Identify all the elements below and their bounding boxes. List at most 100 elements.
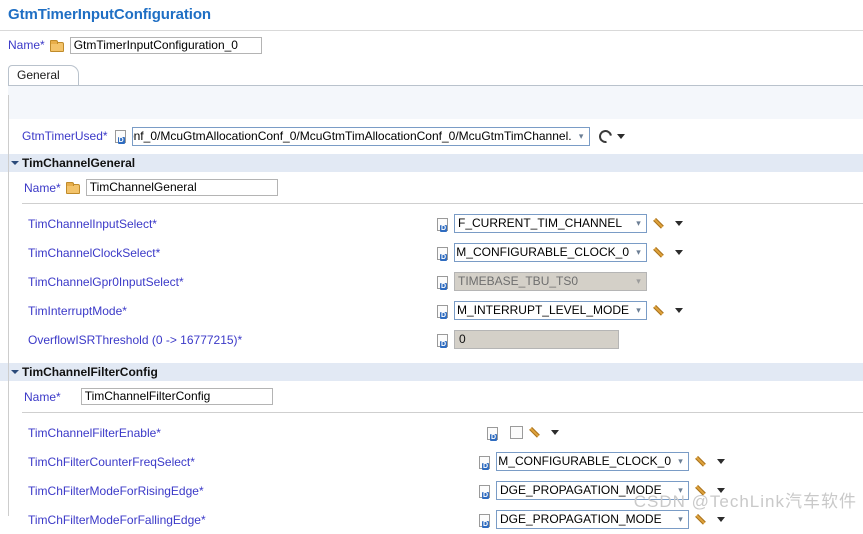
document-reference-icon [478, 484, 491, 499]
collapse-twisty-icon[interactable] [11, 161, 19, 165]
document-reference-icon [436, 333, 449, 348]
gtm-timer-used-label: GtmTimerUsed* [22, 129, 108, 143]
field-row-tim-channel-clock-select: TimChannelClockSelect* M_CONFIGURABLE_CL… [0, 238, 863, 267]
gtm-timer-used-row: GtmTimerUsed* /Mcu/Mcu/McuHardwareResour… [0, 119, 863, 153]
dropdown-caret-icon[interactable] [717, 488, 725, 493]
field-control: TIMEBASE_TBU_TS0 ▾ [430, 272, 647, 291]
section-name-input[interactable] [85, 179, 278, 196]
field-row-tim-ch-filter-mode-for-rising-edge: TimChFilterModeForRisingEdge* DGE_PROPAG… [0, 476, 863, 505]
collapse-twisty-icon[interactable] [11, 370, 19, 374]
edit-pencil-icon[interactable] [655, 304, 668, 317]
document-reference-icon [436, 304, 449, 319]
chevron-down-icon[interactable]: ▾ [631, 244, 646, 261]
field-label: TimInterruptMode* [28, 303, 127, 318]
chevron-down-icon[interactable]: ▾ [673, 511, 688, 528]
tim-channel-gpr0-input-select-value: TIMEBASE_TBU_TS0 [458, 274, 579, 288]
tim-interrupt-mode-value: M_INTERRUPT_LEVEL_MODE [456, 303, 629, 317]
edit-pencil-icon[interactable] [531, 426, 544, 439]
overflow-isr-threshold-input: 0 [454, 330, 619, 349]
tim-channel-input-select-value: F_CURRENT_TIM_CHANNEL [458, 216, 623, 230]
tim-ch-filter-mode-for-rising-edge-combo[interactable]: DGE_PROPAGATION_MODE ▾ [496, 481, 689, 500]
section-header-tim-channel-general[interactable]: TimChannelGeneral [0, 153, 863, 172]
name-row: Name* [0, 31, 863, 59]
field-control: F_CURRENT_TIM_CHANNEL ▾ [430, 214, 683, 233]
tim-channel-clock-select-value: M_CONFIGURABLE_CLOCK_0 [456, 245, 629, 259]
name-input[interactable] [69, 36, 262, 54]
name-label: Name* [8, 38, 45, 52]
edit-pencil-icon[interactable] [697, 513, 710, 526]
field-label: TimChannelFilterEnable* [28, 425, 161, 440]
document-reference-icon [436, 246, 449, 261]
general-panel: GtmTimerUsed* /Mcu/Mcu/McuHardwareResour… [0, 119, 863, 534]
section-title: TimChannelGeneral [22, 156, 136, 170]
section-name-label: Name* [24, 180, 61, 195]
field-row-tim-channel-filter-enable: TimChannelFilterEnable* [0, 418, 863, 447]
document-reference-icon [436, 217, 449, 232]
section-name-row: Name* [0, 381, 863, 412]
field-control: 0 [430, 330, 619, 349]
tim-channel-clock-select-combo[interactable]: M_CONFIGURABLE_CLOCK_0 ▾ [454, 243, 647, 262]
field-control: M_INTERRUPT_LEVEL_MODE ▾ [430, 301, 683, 320]
gtm-timer-used-value-wrap: /Mcu/Mcu/McuHardwareResourceAllocationCo… [133, 128, 574, 145]
value-wrap: TIMEBASE_TBU_TS0 [455, 273, 631, 290]
dropdown-caret-icon[interactable] [675, 250, 683, 255]
gtm-timer-used-combo[interactable]: /Mcu/Mcu/McuHardwareResourceAllocationCo… [131, 126, 590, 146]
edit-pencil-icon[interactable] [697, 484, 710, 497]
folder-icon [65, 181, 80, 194]
dropdown-caret-icon[interactable] [551, 430, 559, 435]
chevron-down-icon[interactable]: ▾ [673, 482, 688, 499]
field-control: DGE_PROPAGATION_MODE ▾ [472, 510, 725, 529]
chevron-down-icon[interactable]: ▾ [631, 215, 646, 232]
dropdown-caret-icon[interactable] [675, 308, 683, 313]
tab-general[interactable]: General [8, 65, 79, 85]
field-row-tim-channel-input-select: TimChannelInputSelect* F_CURRENT_TIM_CHA… [0, 209, 863, 238]
chevron-down-icon[interactable]: ▾ [631, 302, 646, 319]
tim-channel-input-select-combo[interactable]: F_CURRENT_TIM_CHANNEL ▾ [454, 214, 647, 233]
section-body-tim-channel-general: Name* TimChannelInputSelect* F_CURRENT_T… [0, 172, 863, 354]
field-control [480, 426, 559, 441]
panel-left-border [8, 95, 9, 516]
chevron-down-icon[interactable]: ▾ [673, 453, 688, 470]
tim-ch-filter-counter-freq-select-combo[interactable]: M_CONFIGURABLE_CLOCK_0 ▾ [496, 452, 689, 471]
dropdown-caret-icon[interactable] [717, 459, 725, 464]
section-name-input[interactable] [80, 388, 273, 405]
dropdown-caret-icon[interactable] [717, 517, 725, 522]
tim-ch-filter-mode-for-rising-edge-value: DGE_PROPAGATION_MODE [500, 483, 662, 497]
field-row-tim-ch-filter-counter-freq-select: TimChFilterCounterFreqSelect* M_CONFIGUR… [0, 447, 863, 476]
tim-interrupt-mode-combo[interactable]: M_INTERRUPT_LEVEL_MODE ▾ [454, 301, 647, 320]
field-label: TimChannelClockSelect* [28, 245, 161, 260]
tim-channel-gpr0-input-select-combo: TIMEBASE_TBU_TS0 ▾ [454, 272, 647, 291]
document-reference-icon [486, 426, 499, 441]
document-reference-icon [114, 129, 127, 144]
field-row-tim-interrupt-mode: TimInterruptMode* M_INTERRUPT_LEVEL_MODE… [0, 296, 863, 325]
gtm-timer-used-value: /Mcu/Mcu/McuHardwareResourceAllocationCo… [133, 128, 572, 143]
field-label: TimChannelInputSelect* [28, 216, 157, 231]
document-reference-icon [478, 513, 491, 528]
section-divider [22, 412, 863, 413]
edit-pencil-icon[interactable] [655, 246, 668, 259]
field-control: M_CONFIGURABLE_CLOCK_0 ▾ [472, 452, 725, 471]
tim-ch-filter-mode-for-falling-edge-combo[interactable]: DGE_PROPAGATION_MODE ▾ [496, 510, 689, 529]
field-label: TimChFilterCounterFreqSelect* [28, 454, 195, 469]
section-name-label: Name* [24, 389, 61, 404]
dropdown-caret-icon[interactable] [616, 133, 625, 139]
field-row-overflow-isr-threshold: OverflowISRThreshold (0 -> 16777215)* 0 [0, 325, 863, 354]
dropdown-caret-icon[interactable] [675, 221, 683, 226]
section-divider [22, 203, 863, 204]
edit-pencil-icon[interactable] [655, 217, 668, 230]
chevron-down-icon[interactable]: ▾ [574, 128, 589, 145]
value-wrap: M_INTERRUPT_LEVEL_MODE [455, 302, 631, 319]
section-header-tim-channel-filter-config[interactable]: TimChannelFilterConfig [0, 362, 863, 381]
field-row-tim-ch-filter-mode-for-falling-edge: TimChFilterModeForFallingEdge* DGE_PROPA… [0, 505, 863, 534]
document-reference-icon [436, 275, 449, 290]
field-control: M_CONFIGURABLE_CLOCK_0 ▾ [430, 243, 683, 262]
field-label: OverflowISRThreshold (0 -> 16777215)* [28, 332, 243, 347]
field-label: TimChFilterModeForFallingEdge* [28, 512, 206, 527]
section-name-row: Name* [0, 172, 863, 203]
edit-pencil-icon[interactable] [697, 455, 710, 468]
tim-channel-filter-enable-checkbox[interactable] [510, 426, 523, 439]
refresh-icon[interactable] [598, 129, 612, 143]
chevron-down-icon: ▾ [636, 276, 641, 286]
field-row-tim-channel-gpr0-input-select: TimChannelGpr0InputSelect* TIMEBASE_TBU_… [0, 267, 863, 296]
